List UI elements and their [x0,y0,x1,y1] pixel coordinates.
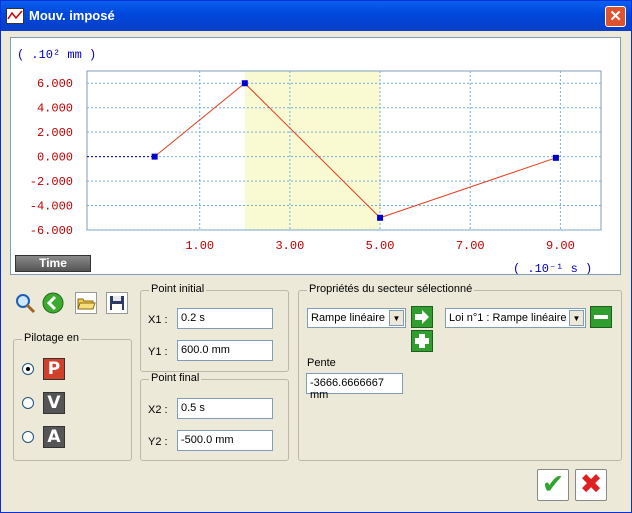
x-tick-label: 9.00 [546,239,575,253]
law-select[interactable]: Loi n°1 : Rampe linéaire ▼ [445,308,586,328]
add-sector-button[interactable] [411,330,433,352]
radio-a[interactable] [22,431,34,443]
x-tick-label: 5.00 [366,239,395,253]
remove-law-button[interactable] [590,306,612,328]
y2-field[interactable]: -500.0 mm [177,430,273,451]
sector-properties-title: Propriétés du secteur sélectionné [307,283,475,295]
y-tick-label: 6.000 [37,77,73,91]
point-final-title: Point final [149,372,202,384]
pilotage-title: Pilotage en [22,332,82,344]
arrow-right-button[interactable] [411,306,433,328]
data-point [241,80,248,87]
cross-icon: ✖ [579,469,603,500]
x-tick-label: 1.00 [185,239,214,253]
y-tick-label: -6.000 [30,224,73,238]
x-tick-label: 7.00 [456,239,485,253]
data-point [377,214,384,221]
y1-field[interactable]: 600.0 mm [177,340,273,361]
y-tick-label: -2.000 [30,175,73,189]
window-title: Mouv. imposé [29,8,115,23]
y-tick-label: 2.000 [37,126,73,140]
radio-p[interactable] [22,363,34,375]
sector-type-value: Rampe linéaire [311,312,385,324]
x1-field[interactable]: 0.2 s [177,308,273,329]
ok-button[interactable]: ✔ [537,469,569,501]
x2-field[interactable]: 0.5 s [177,398,273,419]
mode-p-button[interactable]: P [43,358,65,380]
close-button[interactable]: ✕ [605,6,626,27]
y-unit-label: ( .10² mm ) [17,48,96,62]
slope-field[interactable]: -3666.6666667 mm [306,373,403,401]
time-button[interactable]: Time [15,255,91,272]
x2-label: X2 : [148,404,168,416]
mode-v-button[interactable]: V [43,392,65,414]
y1-label: Y1 : [148,346,168,358]
title-bar: Mouv. imposé ✕ [1,1,631,31]
motion-chart[interactable]: ( .10² mm ) ( .10⁻¹ s ) 6.000 4.000 2.000 0… [10,37,621,276]
back-arrow-icon[interactable] [42,292,64,314]
dialog-window: Mouv. imposé ✕ ( .10² mm ) ( .10⁻¹ s ) 6… [0,0,632,513]
time-button-label: Time [39,256,67,270]
magnifier-icon[interactable] [14,292,36,314]
motion-chart-svg[interactable]: ( .10² mm ) ( .10⁻¹ s ) 6.000 4.000 2.000 0… [11,38,620,276]
y2-label: Y2 : [148,436,168,448]
slope-label: Pente [307,357,336,369]
mode-a-button[interactable]: A [43,426,65,448]
x1-label: X1 : [148,314,168,326]
data-point [552,154,559,161]
chevron-down-icon: ▼ [569,310,584,326]
data-point [151,153,158,160]
x-tick-label: 3.00 [275,239,304,253]
x-unit-label: ( .10⁻¹ s ) [513,262,592,274]
y-tick-label: 0.000 [37,151,73,165]
cancel-button[interactable]: ✖ [575,469,607,501]
sector-type-select[interactable]: Rampe linéaire ▼ [307,308,406,328]
law-value: Loi n°1 : Rampe linéaire [449,312,567,324]
y-tick-label: -4.000 [30,200,73,214]
window-chart-icon [6,8,24,24]
y-tick-label: 4.000 [37,102,73,116]
checkmark-icon: ✔ [541,469,565,500]
open-folder-icon[interactable] [75,292,97,314]
chevron-down-icon: ▼ [389,310,404,326]
point-initial-title: Point initial [149,283,207,295]
radio-v[interactable] [22,397,34,409]
save-disk-icon[interactable] [106,292,128,314]
